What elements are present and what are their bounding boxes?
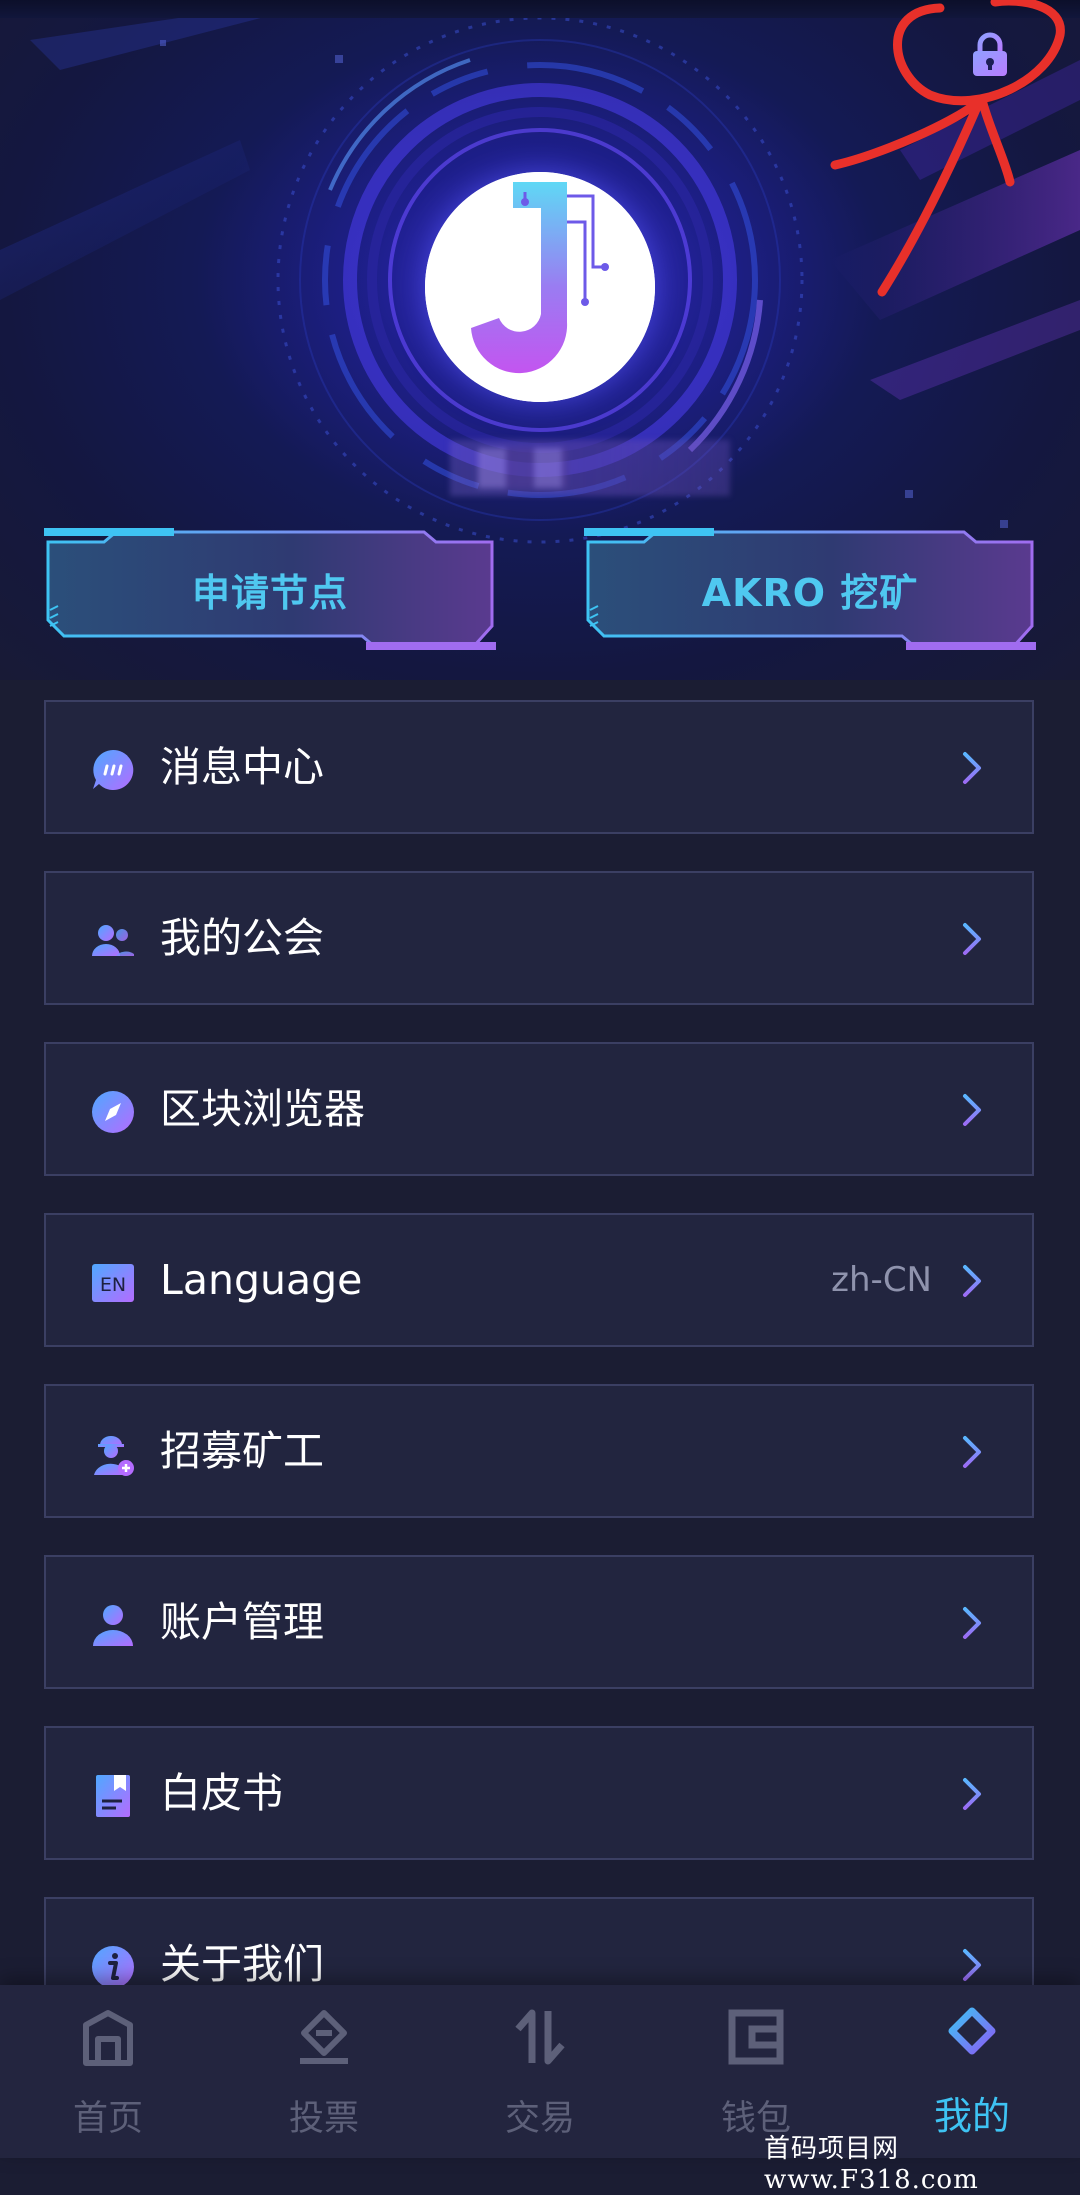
chevron-right-icon — [963, 1094, 981, 1126]
menu-item-recruit-miners[interactable]: 招募矿工 — [44, 1384, 1034, 1518]
menu-label: Language — [160, 1256, 363, 1304]
nav-label: 投票 — [288, 2099, 359, 2139]
menu-label: 区块浏览器 — [160, 1085, 365, 1133]
j-logo-icon — [425, 172, 655, 402]
chevron-right-icon — [963, 1436, 981, 1468]
status-bar — [0, 0, 1080, 18]
menu-label: 招募矿工 — [160, 1427, 324, 1475]
chevron-right-icon — [963, 1778, 981, 1810]
apply-node-button[interactable]: 申请节点 — [44, 528, 496, 650]
chevron-right-icon — [963, 1607, 981, 1639]
menu-item-message-center[interactable]: 消息中心 — [44, 700, 1034, 834]
akro-mining-label: AKRO 挖矿 — [701, 570, 919, 615]
nav-label: 首页 — [72, 2099, 143, 2139]
watermark: 首码项目网 www.F318.com — [764, 2134, 979, 2195]
guild-icon — [92, 925, 134, 956]
account-icon — [93, 1605, 133, 1646]
svg-text:EN: EN — [100, 1274, 126, 1296]
nav-label: 交易 — [504, 2099, 575, 2139]
language-value: zh-CN — [831, 1260, 932, 1300]
username-obscured — [450, 440, 730, 496]
home-icon — [83, 2010, 133, 2066]
wallet-icon — [728, 2009, 784, 2065]
avatar — [425, 172, 655, 402]
menu-label: 账户管理 — [160, 1598, 324, 1646]
vote-icon — [300, 2010, 348, 2064]
whitepaper-icon — [96, 1775, 130, 1817]
menu-label: 我的公会 — [160, 914, 324, 962]
nav-vote[interactable]: 投票 — [216, 1985, 432, 2158]
recruit-miner-icon — [94, 1436, 134, 1476]
menu-item-block-explorer[interactable]: 区块浏览器 — [44, 1042, 1034, 1176]
menu-item-account-management[interactable]: 账户管理 — [44, 1555, 1034, 1689]
compass-icon — [92, 1091, 134, 1133]
menu-item-my-guild[interactable]: 我的公会 — [44, 871, 1034, 1005]
akro-mining-button[interactable]: AKRO 挖矿 — [584, 528, 1036, 650]
mine-icon — [948, 2007, 996, 2065]
apply-node-label: 申请节点 — [191, 570, 348, 615]
menu-item-language[interactable]: EN Language zh-CN — [44, 1213, 1034, 1347]
trade-icon — [515, 2009, 565, 2065]
menu-item-whitepaper[interactable]: 白皮书 — [44, 1726, 1034, 1860]
nav-trade[interactable]: 交易 — [432, 1985, 648, 2158]
chevron-right-icon — [963, 1949, 981, 1981]
nav-home[interactable]: 首页 — [0, 1985, 216, 2158]
message-icon — [93, 749, 134, 790]
chevron-right-icon — [963, 923, 981, 955]
profile-header: 申请节点 AKRO 挖矿 — [0, 0, 1080, 680]
menu-label: 白皮书 — [160, 1769, 283, 1817]
lock-icon[interactable] — [965, 30, 1015, 80]
en-icon: EN — [92, 1264, 134, 1302]
chevron-right-icon — [963, 752, 981, 784]
menu-label: 消息中心 — [160, 743, 324, 791]
chevron-right-icon — [963, 1265, 981, 1297]
info-icon — [92, 1946, 134, 1988]
